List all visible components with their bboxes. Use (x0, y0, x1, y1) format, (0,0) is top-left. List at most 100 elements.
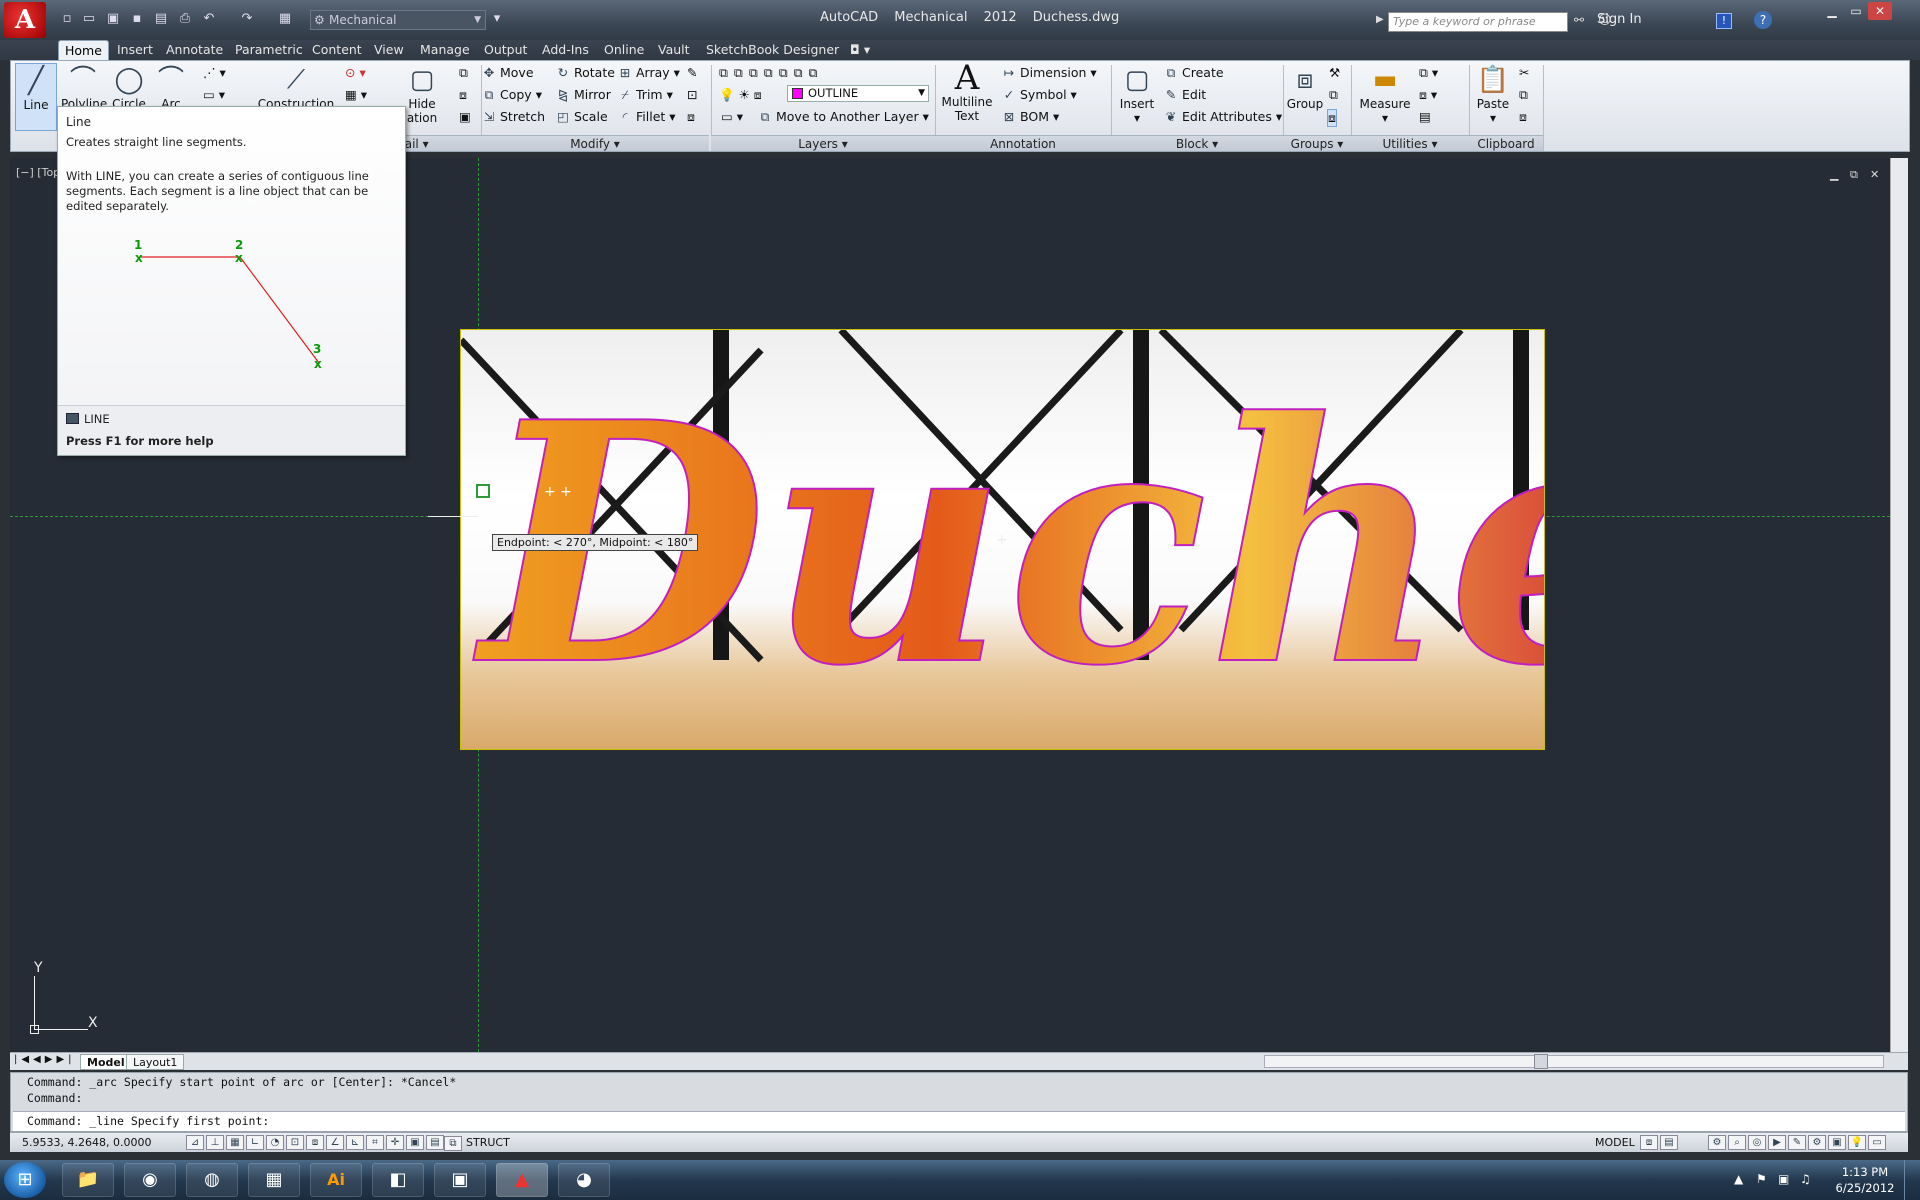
rectangle-icon[interactable]: ▭ ▾ (203, 87, 225, 102)
center-mark-icon[interactable]: ⊙ ▾ (345, 65, 366, 80)
plot-preview-icon[interactable]: ▦ (276, 10, 294, 28)
paste-button[interactable]: 📋 Paste ▾ (1471, 63, 1515, 125)
command-line-window[interactable]: Command: _arc Specify start point of arc… (10, 1072, 1908, 1132)
quick-view-drawings-icon[interactable]: ▤ (1660, 1135, 1678, 1150)
coordinates-readout[interactable]: 5.9533, 4.2648, 0.0000 (22, 1136, 151, 1149)
annotation-scale-icon[interactable]: ✎ (1788, 1135, 1806, 1150)
rotate-button[interactable]: ↻ Rotate (555, 65, 615, 80)
tab-home[interactable]: Home (58, 40, 109, 60)
tab-content[interactable]: Content (306, 40, 368, 60)
tab-layout1[interactable]: Layout1 (126, 1054, 185, 1070)
tab-parametric[interactable]: Parametric (229, 40, 309, 60)
taskbar-clock[interactable]: 1:13 PM 6/25/2012 (1832, 1164, 1898, 1196)
measure-button[interactable]: ▬ Measure ▾ (1355, 63, 1415, 125)
trim-button[interactable]: ⌿ Trim ▾ (617, 87, 673, 103)
groups-panel-title[interactable]: Groups ▾ (1283, 135, 1351, 151)
copy-base-icon[interactable]: ⧈ (1519, 109, 1527, 125)
layer-state-icons[interactable]: 💡☀⧈ (719, 87, 766, 103)
layer-color-dropdown[interactable]: ▭ ▾ (721, 109, 743, 124)
utilities-panel-title[interactable]: Utilities ▾ (1351, 135, 1469, 151)
quick-properties-toggle[interactable]: ▤ (426, 1135, 444, 1150)
quick-view-layouts-icon[interactable]: ⧈ (1640, 1135, 1658, 1150)
search-input[interactable]: Type a keyword or phrase (1388, 12, 1568, 32)
search-expand-icon[interactable]: ▶ (1376, 14, 1384, 25)
modify-tool-1-icon[interactable]: ✎ (687, 65, 697, 80)
group-tool-2-icon[interactable]: ⧉ (1329, 87, 1338, 103)
block-panel-title[interactable]: Block ▾ (1111, 135, 1283, 151)
dimension-button[interactable]: ↦ Dimension ▾ (1001, 65, 1097, 80)
plot-icon[interactable]: ⎙ (176, 10, 194, 28)
group-tool-1-icon[interactable]: ⚒ (1329, 65, 1340, 80)
infer-constraints-toggle[interactable]: ⊿ (186, 1135, 204, 1150)
new-icon[interactable]: ▫ (58, 10, 76, 28)
command-input[interactable]: Command: _line Specify first point: (13, 1111, 1905, 1131)
explorer-icon[interactable]: 📁 (62, 1163, 114, 1197)
multiline-text-button[interactable]: A Multiline Text (939, 61, 995, 123)
isolate-objects-icon[interactable]: 💡 (1848, 1135, 1866, 1150)
tab-annotate[interactable]: Annotate (160, 40, 229, 60)
eraser-app-icon[interactable]: ◧ (372, 1163, 424, 1197)
cut-icon[interactable]: ✂ (1519, 65, 1529, 80)
tab-manage[interactable]: Manage (414, 40, 476, 60)
copy-clip-icon[interactable]: ⧉ (1519, 87, 1528, 103)
bom-button[interactable]: ⊠ BOM ▾ (1001, 109, 1059, 124)
viewport-restore-icon[interactable]: ⧉ (1850, 168, 1858, 182)
binoculars-icon[interactable]: ⚯ (1574, 13, 1584, 27)
calculator-icon[interactable]: ▦ (248, 1163, 300, 1197)
group-selection-toggle[interactable]: ⧈ (1327, 109, 1337, 127)
tab-output[interactable]: Output (478, 40, 533, 60)
autocad-mechanical-icon[interactable]: ▲ (496, 1163, 548, 1197)
hatch-icon[interactable]: ▦ ▾ (345, 87, 367, 102)
modify-tool-2-icon[interactable]: ⊡ (687, 87, 697, 102)
symbol-button[interactable]: ✓ Symbol ▾ (1001, 87, 1077, 102)
steering-wheel-icon[interactable]: ◎ (1748, 1135, 1766, 1150)
network-icon[interactable]: ▣ (1778, 1172, 1789, 1186)
snap-mode-toggle[interactable]: ⊥ (206, 1135, 224, 1150)
tab-insert[interactable]: Insert (111, 40, 159, 60)
firefox-icon[interactable]: ◍ (186, 1163, 238, 1197)
open-icon[interactable]: ▭ (80, 10, 98, 28)
array-button[interactable]: ⊞ Array ▾ (617, 65, 680, 80)
pan-icon[interactable]: ⚙ (1708, 1135, 1726, 1150)
tab-view[interactable]: View (368, 40, 410, 60)
create-block-button[interactable]: ⧉ Create (1163, 65, 1224, 81)
subscription-center-icon[interactable]: ! (1716, 13, 1732, 29)
start-button[interactable]: ⊞ (4, 1162, 46, 1198)
fillet-button[interactable]: ◜ Fillet ▾ (617, 109, 676, 124)
viewport-close-icon[interactable]: ✕ (1870, 168, 1879, 181)
otrack-toggle[interactable]: ∠ (326, 1135, 344, 1150)
clipboard-panel-title[interactable]: Clipboard (1469, 135, 1543, 151)
autocad-pro-icon[interactable]: ▣ (434, 1163, 486, 1197)
lineweight-toggle[interactable]: ✛ (386, 1135, 404, 1150)
undo-icon[interactable]: ↶ (200, 10, 218, 28)
tab-sketchbook-designer[interactable]: SketchBook Designer (700, 40, 845, 60)
tab-model[interactable]: Model (80, 1054, 132, 1070)
save-as-icon[interactable]: ▣ (104, 10, 122, 28)
layer-tools-row-icon[interactable]: ⧉⧉⧉⧉⧉⧉⧉ (719, 65, 823, 81)
tray-expand-icon[interactable]: ▲ (1734, 1172, 1743, 1186)
stretch-button[interactable]: ⇲ Stretch (481, 109, 545, 124)
close-icon[interactable]: ✕ (1868, 2, 1892, 20)
arc-button[interactable]: ⌒ Arc (153, 63, 189, 111)
tab-add-ins[interactable]: Add-Ins (536, 40, 595, 60)
move-to-another-layer-button[interactable]: ⧉ Move to Another Layer ▾ (757, 109, 929, 125)
grid-toggle[interactable]: ▦ (226, 1135, 244, 1150)
tab-vault[interactable]: Vault (652, 40, 696, 60)
modify-tool-3-icon[interactable]: ⧈ (687, 109, 695, 125)
move-button[interactable]: ✥ Move (481, 65, 534, 80)
osnap-toggle[interactable]: ⊡ (286, 1135, 304, 1150)
help-icon[interactable]: ? (1754, 11, 1772, 29)
zoom-icon[interactable]: ⌕ (1728, 1135, 1746, 1150)
vertical-scrollbar[interactable] (1890, 158, 1908, 1052)
layout-nav-arrows[interactable]: |◀◀▶▶| (14, 1054, 76, 1065)
ribbon-minimize-icon[interactable]: ◘ ▾ (844, 40, 876, 60)
workspace-select[interactable]: ⚙ Mechanical ▼ (310, 10, 486, 30)
layers-panel-title[interactable]: Layers ▾ (711, 135, 935, 151)
action-center-icon[interactable]: ⚑ (1756, 1172, 1767, 1186)
detail-tool-1-icon[interactable]: ⧉ (459, 65, 468, 81)
lock-icon[interactable]: ▣ (1828, 1135, 1846, 1150)
3d-osnap-toggle[interactable]: ⧈ (306, 1135, 324, 1150)
illustrator-icon[interactable]: Ai (310, 1163, 362, 1197)
workspace-switching-icon[interactable]: ⚙ (1808, 1135, 1826, 1150)
modify-panel-title[interactable]: Modify ▾ (481, 135, 709, 151)
